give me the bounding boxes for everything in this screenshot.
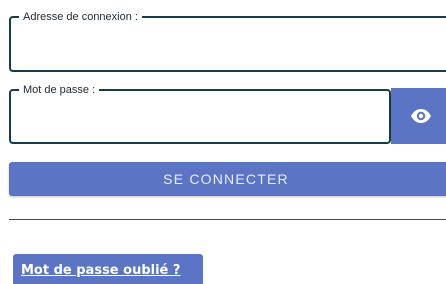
connect-button[interactable]: SE CONNECTER <box>9 162 446 196</box>
divider <box>9 219 446 220</box>
eye-icon <box>410 108 432 124</box>
login-field: Adresse de connexion : <box>9 10 446 72</box>
login-form: Adresse de connexion : Mot de passe : SE… <box>0 0 446 284</box>
login-input[interactable] <box>17 28 446 64</box>
show-password-button[interactable] <box>391 88 446 144</box>
password-label: Mot de passe : <box>19 83 100 97</box>
password-input[interactable] <box>17 101 383 136</box>
password-field: Mot de passe : <box>9 83 391 144</box>
login-label: Adresse de connexion : <box>19 10 142 24</box>
forgot-password-link[interactable]: Mot de passe oublié ? <box>13 254 203 284</box>
